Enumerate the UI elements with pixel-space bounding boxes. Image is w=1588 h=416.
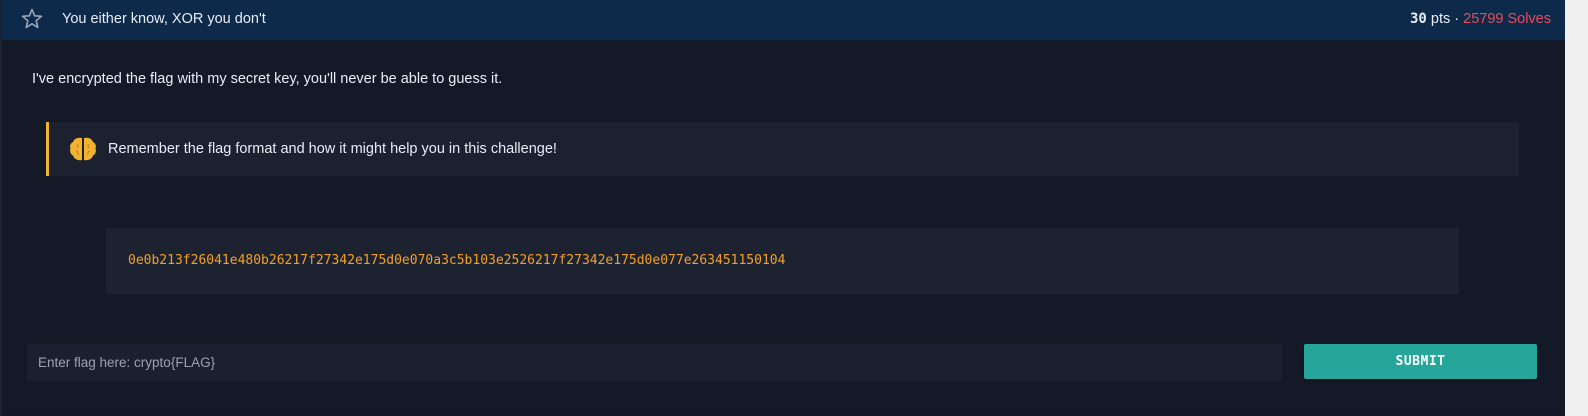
- flag-input[interactable]: [27, 344, 1282, 381]
- ciphertext-block: 0e0b213f26041e480b26217f27342e175d0e070a…: [106, 228, 1459, 294]
- challenge-description: I've encrypted the flag with my secret k…: [32, 71, 503, 87]
- points-suffix: pts ·: [1426, 11, 1464, 27]
- challenge-stats: 30 pts · 25799 Solves: [1410, 11, 1551, 27]
- page: You either know, XOR you don't 30 pts · …: [0, 0, 1588, 416]
- brain-icon: [69, 136, 97, 162]
- challenge-title: You either know, XOR you don't: [62, 11, 266, 27]
- star-icon[interactable]: [20, 7, 44, 31]
- challenge-card: You either know, XOR you don't 30 pts · …: [2, 0, 1565, 412]
- points-value: 30: [1410, 11, 1427, 27]
- challenge-header[interactable]: You either know, XOR you don't 30 pts · …: [2, 0, 1565, 40]
- ciphertext[interactable]: 0e0b213f26041e480b26217f27342e175d0e070a…: [128, 253, 785, 268]
- page-scroll-gutter: [1565, 0, 1588, 416]
- hint-box: Remember the flag format and how it migh…: [46, 122, 1519, 176]
- hint-text: Remember the flag format and how it migh…: [108, 141, 557, 157]
- submit-button[interactable]: SUBMIT: [1304, 344, 1537, 379]
- solves-count[interactable]: 25799 Solves: [1463, 11, 1551, 27]
